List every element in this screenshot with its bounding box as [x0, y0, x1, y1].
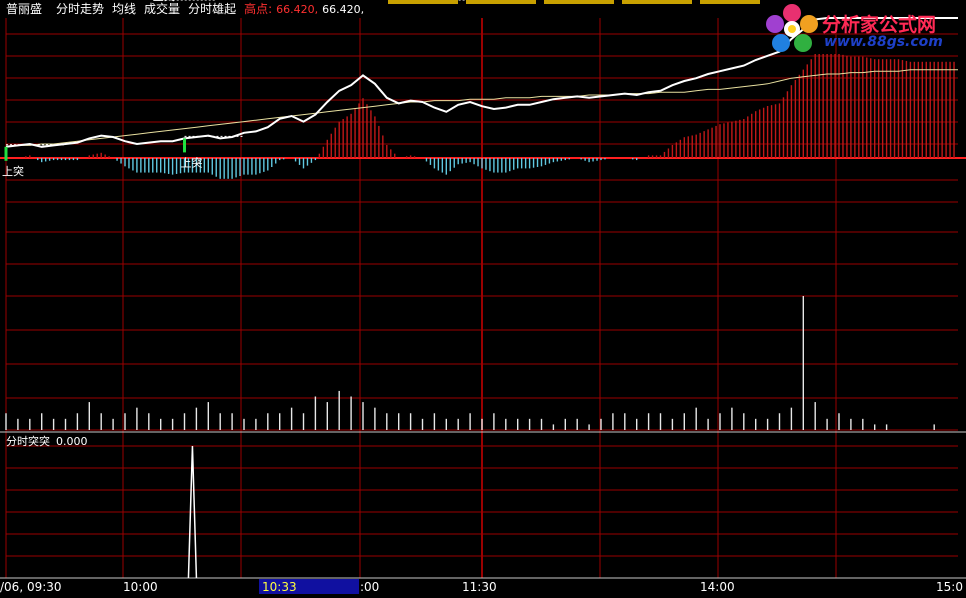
- time-axis-label: 11:30: [462, 580, 497, 594]
- sub-indicator-name: 分时突突: [6, 435, 50, 448]
- flower-icon: [766, 4, 818, 52]
- sub-indicator-value: 0.000: [56, 435, 88, 448]
- indicator-label[interactable]: 分时雄起: [188, 2, 236, 16]
- signal-label: 上突: [181, 155, 203, 169]
- sub-panel-header: 分时突突 0.000: [6, 433, 94, 449]
- stock-name: 普丽盛: [6, 2, 43, 16]
- high-value: 66.420,: [276, 3, 319, 16]
- logo-url: www.88gs.com: [824, 34, 943, 50]
- time-axis-label: 10:33: [262, 580, 297, 594]
- site-logo: 分析家公式网 www.88gs.com: [764, 2, 964, 54]
- indicator-label[interactable]: 均线: [112, 2, 136, 16]
- time-axis-label: 10:00: [123, 580, 158, 594]
- logo-text: 分析家公式网: [822, 14, 937, 36]
- high-value-2: 66.420,: [322, 3, 365, 16]
- high-label: 高点:: [244, 2, 273, 16]
- indicator-label[interactable]: 成交量: [144, 2, 180, 16]
- time-axis-label: :00: [360, 580, 379, 594]
- intraday-chart[interactable]: 上突上突上突上突/06, 09:3010:0010:33:0011:3014:0…: [0, 0, 966, 594]
- time-axis-label: 14:00: [700, 580, 735, 594]
- time-axis-label: 15:0: [936, 580, 963, 594]
- indicator-label[interactable]: 分时走势: [56, 2, 104, 16]
- signal-label: 上突: [2, 164, 24, 178]
- time-axis-label: /06, 09:30: [0, 580, 62, 594]
- chart-canvas: 上突上突上突上突/06, 09:3010:0010:33:0011:3014:0…: [0, 0, 966, 594]
